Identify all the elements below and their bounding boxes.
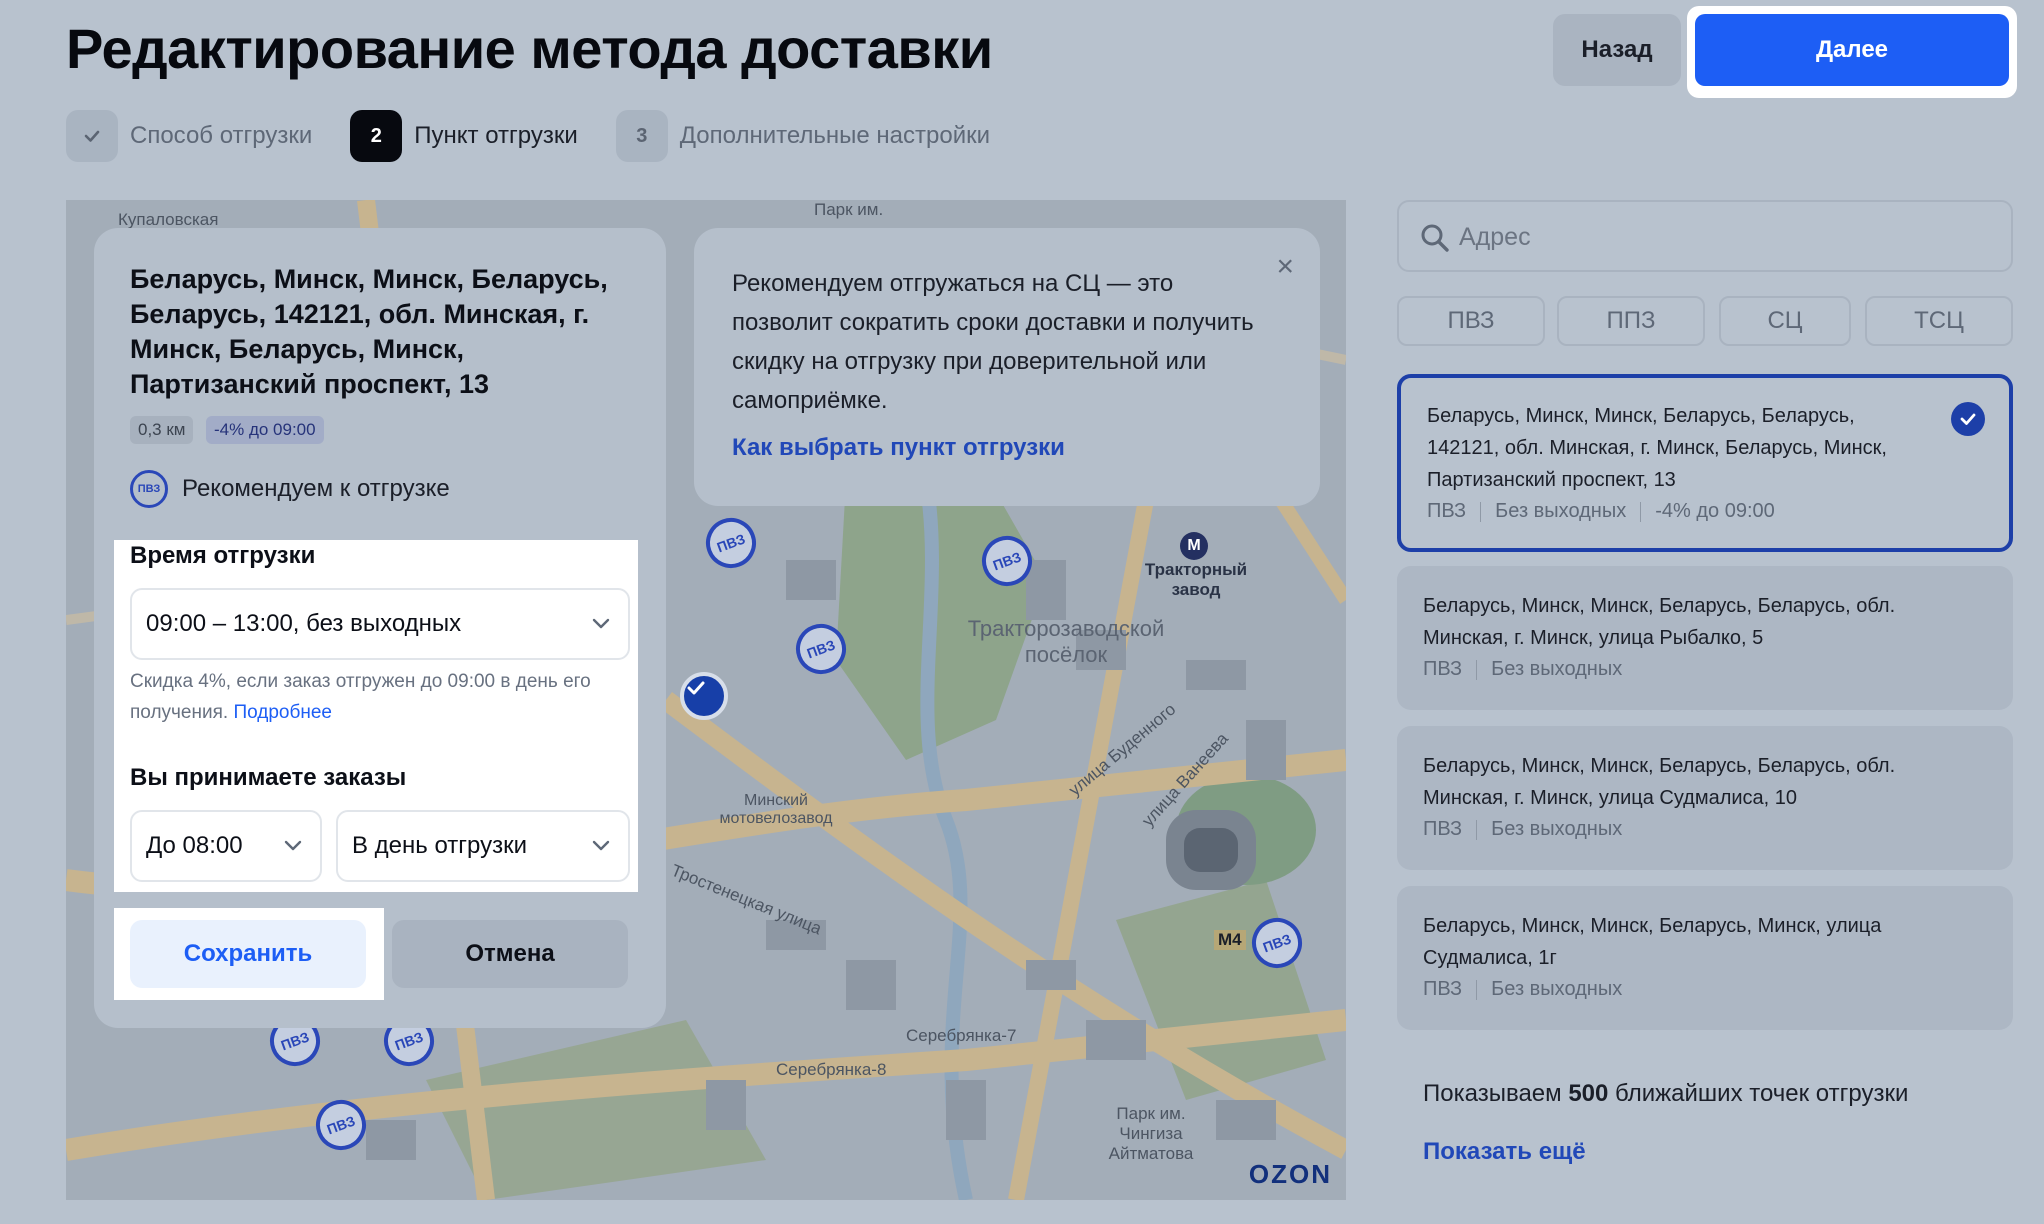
point-card-address: Беларусь, Минск, Минск, Беларусь, Белару… [1423,595,1896,649]
point-type: ПВЗ [1423,978,1463,1000]
accept-day-select[interactable]: В день отгрузки [336,810,630,882]
metro-icon: М [1180,532,1208,560]
results-count: Показываем 500 ближайших точек отгрузки [1423,1080,1908,1108]
recommendation: ПВЗ Рекомендуем к отгрузке [130,470,450,508]
results-count-number: 500 [1568,1080,1609,1107]
pvz-icon: ПВЗ [130,470,168,508]
step-label: Способ отгрузки [130,122,313,149]
map-label: Серебрянка-7 [906,1026,1017,1045]
point-discount: -4% до 09:00 [1655,500,1775,522]
accept-time-select[interactable]: До 08:00 [130,810,322,882]
save-button[interactable]: Сохранить [130,920,366,988]
point-card-meta: ПВЗ Без выходных -4% до 09:00 [1427,500,1775,523]
point-card-meta: ПВЗ Без выходных [1423,978,1622,1001]
more-link[interactable]: Подробнее [233,702,332,723]
page-title: Редактирование метода доставки [66,17,993,80]
step-number: 3 [615,110,668,162]
map-label: Парк им. [814,200,884,219]
search-input[interactable] [1459,216,1979,258]
shipping-time-value: 09:00 – 13:00, без выходных [146,610,462,637]
point-card[interactable]: Беларусь, Минск, Минск, Беларусь, Белару… [1397,726,2013,870]
address-search[interactable] [1397,200,2013,272]
close-icon[interactable]: × [1276,250,1294,284]
next-button[interactable]: Далее [1695,14,2009,86]
point-card[interactable]: Беларусь, Минск, Минск, Беларусь, Белару… [1397,566,2013,710]
point-schedule: Без выходных [1491,818,1623,840]
step-number: 2 [350,110,403,162]
point-type: ПВЗ [1423,818,1463,840]
shipping-time-select[interactable]: 09:00 – 13:00, без выходных [130,588,630,660]
shipping-time-label: Время отгрузки [130,542,316,569]
chevron-down-icon [592,840,610,851]
back-button[interactable]: Назад [1553,14,1681,86]
check-icon [687,681,705,695]
step-shipping-method[interactable]: Способ отгрузки [66,110,312,162]
point-card-address: Беларусь, Минск, Минск, Беларусь, Белару… [1427,405,1887,491]
filter-tsc[interactable]: ТСЦ [1865,296,2013,346]
show-more-link[interactable]: Показать ещё [1423,1138,1586,1166]
schedule-form: Время отгрузки 09:00 – 13:00, без выходн… [114,540,638,892]
point-type: ПВЗ [1427,500,1467,522]
recommendation-text: Рекомендуем к отгрузке [182,475,450,502]
map-label: Минский мотовелозавод [719,792,833,827]
filter-sc[interactable]: СЦ [1719,296,1851,346]
discount-hint: Скидка 4%, если заказ отгружен до 09:00 … [130,666,630,728]
selected-map-pin[interactable] [680,672,728,720]
point-card-address: Беларусь, Минск, Минск, Беларусь, Минск,… [1423,915,1882,969]
step-label: Дополнительные настройки [679,122,991,149]
chevron-down-icon [284,840,302,851]
next-button-highlight: Далее [1687,6,2017,98]
point-card[interactable]: Беларусь, Минск, Минск, Беларусь, Минск,… [1397,886,2013,1030]
map-label: Тракторный завод [1144,560,1248,599]
point-schedule: Без выходных [1491,978,1623,1000]
point-schedule: Без выходных [1491,658,1623,680]
how-to-choose-link[interactable]: Как выбрать пункт отгрузки [732,434,1065,462]
selected-check-icon [1951,402,1985,436]
point-card-meta: ПВЗ Без выходных [1423,818,1622,841]
step-additional-settings[interactable]: 3 Дополнительные настройки [615,110,991,162]
discount-hint-text: Скидка 4%, если заказ отгружен до 09:00 … [130,671,591,723]
point-schedule: Без выходных [1495,500,1627,522]
results-count-prefix: Показываем [1423,1080,1569,1107]
tip-text: Рекомендуем отгружаться на СЦ — это позв… [732,270,1254,414]
ozon-logo: OZON [1248,1159,1332,1189]
recommendation-tip: Рекомендуем отгружаться на СЦ — это позв… [694,228,1320,506]
step-shipping-point[interactable]: 2 Пункт отгрузки [350,110,578,162]
stepper: Способ отгрузки 2 Пункт отгрузки 3 Допол… [66,110,1028,162]
accept-time-value: До 08:00 [146,832,243,859]
save-button-highlight: Сохранить [114,908,384,1000]
discount-badge: -4% до 09:00 [206,416,324,444]
results-count-suffix: ближайших точек отгрузки [1608,1080,1909,1107]
accept-day-value: В день отгрузки [352,832,528,859]
point-card-address: Беларусь, Минск, Минск, Беларусь, Белару… [1423,755,1896,809]
distance-badge: 0,3 км [130,416,194,444]
point-address: Беларусь, Минск, Минск, Беларусь, Белару… [130,264,608,399]
point-card-meta: ПВЗ Без выходных [1423,658,1622,681]
search-icon [1421,224,1449,252]
highway-label: M4 [1214,930,1246,950]
map-label: Тракторозаводской посёлок [967,616,1165,667]
results-footer: Показываем 500 ближайших точек отгрузки … [1397,1050,2013,1200]
accept-orders-label: Вы принимаете заказы [130,764,407,791]
cancel-button[interactable]: Отмена [392,920,628,988]
filter-ppz[interactable]: ППЗ [1557,296,1705,346]
point-type: ПВЗ [1423,658,1463,680]
map-label: Парк им. Чингиза Айтматова [1108,1104,1194,1163]
point-card-selected[interactable]: Беларусь, Минск, Минск, Беларусь, Белару… [1397,374,2013,552]
filter-pvz[interactable]: ПВЗ [1397,296,1545,346]
map-label: Серебрянка-8 [776,1060,887,1079]
map-label: Купаловская [118,210,219,229]
step-done-check-icon [66,110,118,162]
step-label: Пункт отгрузки [414,122,578,149]
chevron-down-icon [592,618,610,629]
